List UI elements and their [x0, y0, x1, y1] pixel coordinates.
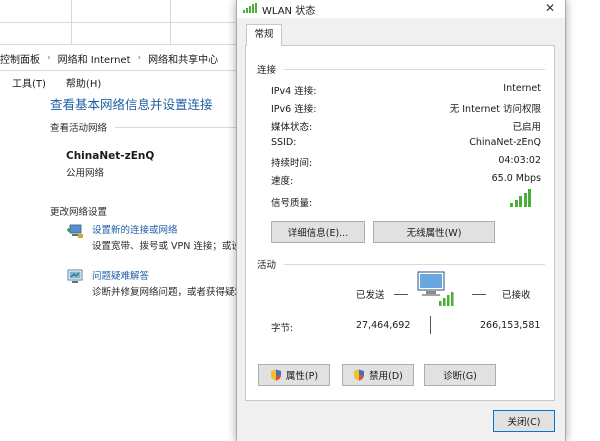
change-settings-label: 更改网络设置 — [50, 207, 108, 218]
speed-value: 65.0 Mbps — [491, 173, 541, 184]
ipv6-row: IPv6 连接: 无 Internet 访问权限 — [271, 101, 541, 115]
breadcrumb-control-panel[interactable]: 控制面板 — [0, 51, 40, 66]
signal-bar — [510, 203, 513, 207]
signal-bar — [514, 199, 518, 207]
divider — [284, 69, 545, 70]
signal-bar — [519, 196, 522, 207]
speed-row: 速度: 65.0 Mbps — [271, 173, 541, 187]
divider — [0, 44, 240, 45]
tab-general[interactable]: 常规 — [246, 24, 282, 46]
setup-connection-desc: 设置宽带、拨号或 VPN 连接；或设 — [92, 241, 240, 252]
ssid-label: SSID: — [271, 137, 297, 148]
menu-tools[interactable]: 工具(T) — [12, 75, 46, 90]
ipv6-value: 无 Internet 访问权限 — [449, 104, 541, 115]
divider — [115, 127, 240, 128]
general-panel: 连接 IPv4 连接: Internet IPv6 连接: 无 Internet… — [245, 45, 555, 401]
signal-bar — [523, 192, 527, 207]
breadcrumb-network-sharing[interactable]: 网络和共享中心 — [148, 51, 218, 66]
speed-label: 速度: — [271, 176, 294, 187]
activity-group-label: 活动 — [257, 260, 277, 271]
wifi-signal-icon — [243, 3, 257, 13]
menu-help[interactable]: 帮助(H) — [66, 75, 101, 90]
duration-row: 持续时间: 04:03:02 — [271, 155, 541, 169]
media-state-row: 媒体状态: 已启用 — [271, 119, 541, 133]
troubleshoot-link[interactable]: 问题疑难解答 — [92, 268, 149, 282]
shield-icon — [354, 369, 365, 381]
task-new-connection: 设置新的连接或网络 设置宽带、拨号或 VPN 连接；或设 — [66, 222, 240, 256]
signal-strength-icon — [510, 189, 532, 207]
close-button[interactable]: 关闭(C) — [493, 410, 555, 432]
connection-group-label: 连接 — [257, 65, 277, 76]
title-bar[interactable]: WLAN 状态 ✕ — [237, 0, 565, 18]
duration-value: 04:03:02 — [498, 155, 541, 166]
ipv4-label: IPv4 连接: — [271, 86, 317, 97]
network-type[interactable]: 公用网络 — [66, 165, 104, 179]
properties-button-label: 属性(P) — [285, 371, 319, 382]
shield-icon — [270, 369, 281, 381]
ssid-row: SSID: ChinaNet-zEnQ — [271, 137, 541, 151]
received-label: 已接收 — [502, 290, 531, 301]
breadcrumb-network-internet[interactable]: 网络和 Internet — [58, 51, 131, 66]
ipv4-row: IPv4 连接: Internet — [271, 83, 541, 97]
divider — [0, 70, 240, 71]
new-connection-icon — [67, 224, 83, 238]
troubleshoot-desc: 诊断并修复网络问题，或者获得疑难 — [92, 287, 240, 298]
active-networks-label: 查看活动网络 — [50, 123, 108, 134]
signal-bar — [528, 189, 531, 207]
diagnose-button[interactable]: 诊断(G) — [424, 364, 496, 386]
bytes-label: 字节: — [271, 323, 294, 334]
ssid-value: ChinaNet-zEnQ — [469, 137, 541, 148]
network-activity-icon — [417, 271, 454, 306]
troubleshoot-icon — [67, 269, 83, 283]
duration-label: 持续时间: — [271, 158, 313, 169]
media-state-label: 媒体状态: — [271, 122, 313, 133]
ipv6-label: IPv6 连接: — [271, 104, 317, 115]
dialog-title: WLAN 状态 — [262, 6, 316, 17]
ipv4-value: Internet — [503, 83, 541, 94]
close-icon[interactable]: ✕ — [535, 0, 565, 18]
setup-connection-link[interactable]: 设置新的连接或网络 — [92, 222, 178, 236]
network-name: ChinaNet-zEnQ — [66, 150, 155, 162]
disable-button[interactable]: 禁用(D) — [342, 364, 414, 386]
signal-label: 信号质量: — [271, 198, 313, 209]
signal-row: 信号质量: — [271, 195, 541, 209]
disable-button-label: 禁用(D) — [369, 371, 403, 382]
chevron-right-icon: › — [47, 53, 51, 63]
divider — [394, 294, 408, 295]
divider — [284, 264, 545, 265]
chevron-right-icon: › — [137, 53, 142, 63]
properties-button[interactable]: 属性(P) — [258, 364, 330, 386]
page-title: 查看基本网络信息并设置连接 — [50, 97, 213, 112]
sent-label: 已发送 — [356, 290, 385, 301]
wlan-status-dialog: WLAN 状态 ✕ 常规 连接 IPv4 连接: Internet IPv6 连… — [236, 0, 566, 441]
bytes-received-value: 266,153,581 — [480, 320, 541, 331]
bytes-sent-value: 27,464,692 — [356, 320, 411, 331]
wireless-properties-button[interactable]: 无线属性(W) — [373, 221, 495, 243]
divider — [430, 316, 431, 334]
breadcrumb: 控制面板 › 网络和 Internet › 网络和共享中心 — [0, 50, 218, 66]
menu-bar: 工具(T) 帮助(H) — [0, 74, 240, 90]
task-troubleshoot: 问题疑难解答 诊断并修复网络问题，或者获得疑难 — [66, 268, 240, 302]
divider — [0, 22, 240, 23]
divider — [472, 294, 486, 295]
details-button[interactable]: 详细信息(E)... — [271, 221, 365, 243]
media-state-value: 已启用 — [512, 122, 541, 133]
